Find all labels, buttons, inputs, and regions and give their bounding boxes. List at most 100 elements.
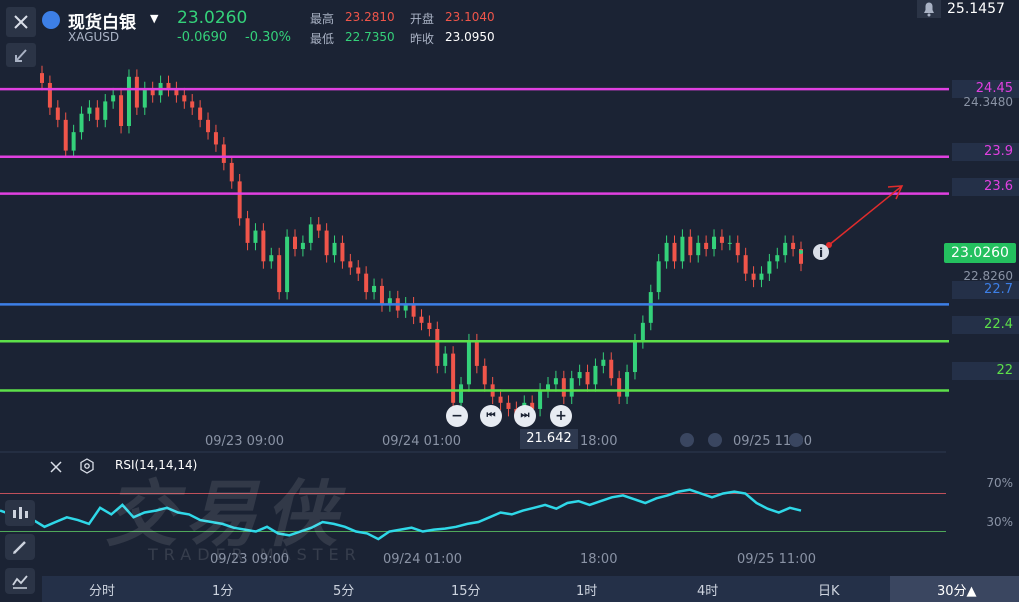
- candle-body: [656, 261, 661, 293]
- scroll-end-button[interactable]: ⏭: [514, 405, 536, 427]
- candle-body: [561, 378, 566, 397]
- rsi-level-30: 30%: [986, 515, 1013, 529]
- crosshair-price-label: 21.642: [520, 429, 578, 449]
- candle-body: [712, 236, 717, 250]
- tf-4h[interactable]: 4时: [697, 580, 718, 599]
- candle-body: [300, 242, 305, 250]
- indicator-icon[interactable]: [5, 568, 35, 594]
- close-indicator-icon[interactable]: [49, 459, 63, 478]
- draw-pen-icon[interactable]: [5, 534, 35, 560]
- rsi-x-tick-2: 09/24 01:00: [383, 552, 463, 567]
- close-chart-button[interactable]: [6, 7, 36, 37]
- indicator-settings-icon[interactable]: [79, 458, 95, 478]
- candle-body: [340, 242, 345, 262]
- candle-body: [664, 242, 669, 262]
- candle-body: [332, 242, 337, 256]
- chart-type-icon[interactable]: [5, 500, 35, 526]
- tf-5min[interactable]: 5分: [333, 580, 354, 599]
- candle-body: [111, 95, 116, 102]
- candle-body: [704, 242, 709, 250]
- candle-body: [783, 242, 788, 256]
- candle-body: [735, 242, 740, 256]
- stat-high-value: 23.2810: [345, 10, 395, 24]
- candle-body: [435, 328, 440, 366]
- candle-body: [308, 224, 313, 243]
- candle-body: [372, 285, 377, 293]
- candle-body: [103, 101, 108, 120]
- candle-body: [79, 113, 84, 133]
- candle-body: [474, 341, 479, 366]
- candle-body: [743, 255, 748, 274]
- candle-body: [47, 82, 52, 108]
- stat-open-value: 23.1040: [445, 10, 495, 24]
- event-marker[interactable]: [680, 433, 694, 447]
- event-marker[interactable]: [789, 433, 803, 447]
- symbol-dropdown-icon[interactable]: ▼: [150, 12, 158, 25]
- rsi-x-tick-1: 09/23 09:00: [210, 552, 290, 567]
- zoom-out-button[interactable]: −: [446, 405, 468, 427]
- candle-body: [648, 292, 653, 323]
- candle-body: [182, 95, 187, 102]
- candle-body: [688, 236, 693, 256]
- candle-body: [498, 396, 503, 403]
- price-change: -0.0690: [177, 30, 228, 45]
- candles-layer: [40, 65, 803, 423]
- tf-15min[interactable]: 15分: [451, 580, 481, 599]
- candle-body: [142, 89, 147, 108]
- rsi-x-tick-3: 18:00: [580, 552, 618, 567]
- tf-30min-selected[interactable]: 30分▲: [937, 580, 977, 599]
- collapse-icon[interactable]: [6, 43, 36, 67]
- candle-body: [585, 372, 590, 385]
- candle-body: [553, 378, 558, 385]
- candle-body: [411, 304, 416, 317]
- bell-icon[interactable]: [917, 0, 941, 18]
- scroll-start-button[interactable]: ⏮: [480, 405, 502, 427]
- level-lines: [0, 87, 949, 392]
- tf-1h[interactable]: 1时: [576, 580, 597, 599]
- silver-logo-icon: [42, 11, 60, 29]
- candle-body: [87, 107, 92, 114]
- candle-body: [269, 255, 274, 262]
- y-tick-upper: 24.3480: [963, 95, 1013, 109]
- candle-body: [253, 230, 258, 243]
- tf-tick[interactable]: 分时: [89, 580, 115, 599]
- candle-body: [55, 107, 60, 120]
- candle-body: [379, 285, 384, 305]
- price-change-pct: -0.30%: [245, 30, 291, 45]
- candle-body: [427, 322, 432, 329]
- x-tick-3: 18:00: [580, 434, 618, 449]
- symbol-code: XAGUSD: [68, 30, 120, 44]
- x-tick-1: 09/23 09:00: [205, 434, 285, 449]
- stat-low-label: 最低: [310, 32, 335, 46]
- candle-body: [759, 273, 764, 280]
- level-label-22-4: 22.4: [952, 316, 1019, 334]
- level-label-22-7: 22.7: [952, 281, 1019, 299]
- current-price-tag: 23.0260: [944, 243, 1016, 263]
- candle-body: [419, 316, 424, 323]
- stat-low-value: 22.7350: [345, 30, 395, 44]
- candle-body: [221, 144, 226, 163]
- candle-body: [443, 353, 448, 366]
- axis-top-price: 25.1457: [947, 1, 1005, 17]
- last-price: 23.0260: [177, 8, 248, 28]
- candle-body: [451, 353, 456, 403]
- level-label-22: 22: [952, 362, 1019, 380]
- candle-body: [593, 365, 598, 385]
- tf-1min[interactable]: 1分: [212, 580, 233, 599]
- candle-body: [229, 162, 234, 182]
- event-marker[interactable]: [708, 433, 722, 447]
- zoom-in-button[interactable]: +: [550, 405, 572, 427]
- candle-body: [767, 261, 772, 274]
- candle-body: [364, 273, 369, 293]
- candle-body: [126, 76, 131, 127]
- candle-body: [680, 236, 685, 262]
- candle-body: [482, 365, 487, 385]
- candle-body: [119, 95, 124, 127]
- x-tick-2: 09/24 01:00: [382, 434, 462, 449]
- stat-prevclose-label: 昨收: [410, 32, 435, 46]
- candle-body: [719, 236, 724, 243]
- tf-daily[interactable]: 日K: [818, 580, 840, 599]
- candle-body: [63, 119, 68, 151]
- candle-body: [466, 341, 471, 385]
- candle-body: [293, 236, 297, 250]
